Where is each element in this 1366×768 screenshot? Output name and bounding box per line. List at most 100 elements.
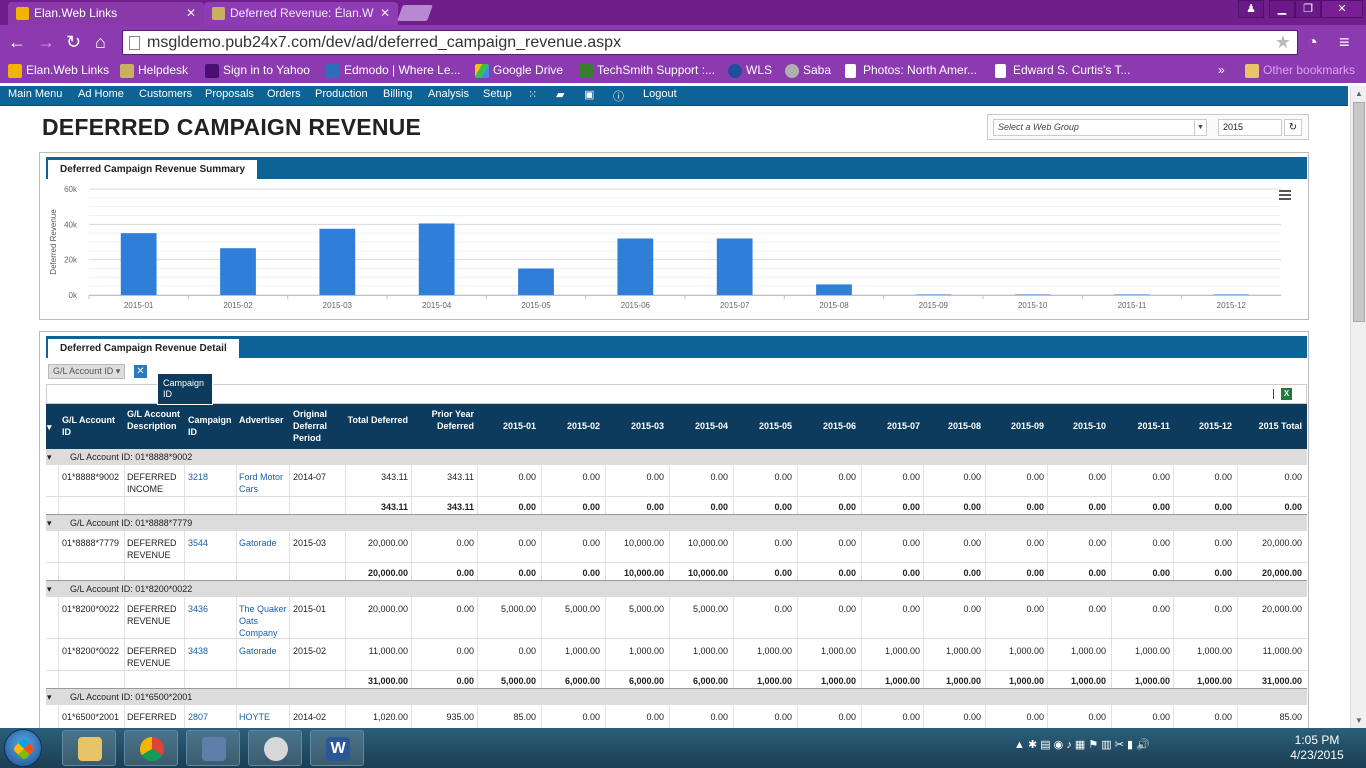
system-tray-icons[interactable]: ▲ ✱ ▤ ◉ ♪ ▦ ⚑ ▥ ✂ ▮ 🔊 [1014, 738, 1150, 751]
nav-orders[interactable]: Orders [267, 88, 301, 100]
advertiser-link[interactable]: The Quaker Oats Company [239, 603, 289, 639]
web-group-select[interactable]: Select a Web Group ▼ [993, 119, 1207, 136]
browser-tab-deferred-revenue[interactable]: Deferred Revenue: Élan.W ✕ [204, 2, 398, 25]
column-header[interactable]: 2015-08 [926, 420, 981, 432]
collapse-group-icon[interactable]: ▾ [47, 691, 52, 703]
taskbar-remote-desktop[interactable] [186, 730, 240, 766]
column-header[interactable]: Original Deferral Period [293, 408, 345, 444]
page-scrollbar[interactable]: ▲ ▼ [1350, 86, 1366, 728]
taskbar-explorer[interactable] [62, 730, 116, 766]
new-tab-button[interactable] [397, 5, 433, 21]
bookmark-google-drive[interactable]: Google Drive [475, 63, 563, 78]
column-header[interactable]: Advertiser [239, 414, 289, 426]
collapse-group-icon[interactable]: ▾ [47, 583, 52, 595]
advertiser-link[interactable]: Gatorade [239, 645, 289, 657]
table-row[interactable]: 01*8888*9002 DEFERRED INCOME 3218 Ford Moto… [46, 465, 1307, 497]
chart-menu-icon[interactable] [1279, 190, 1291, 200]
other-bookmarks-folder[interactable]: Other bookmarks [1245, 63, 1355, 78]
info-icon[interactable]: ⓘ [613, 88, 624, 104]
column-header[interactable]: 2015-10 [1048, 420, 1106, 432]
taskbar-chrome[interactable] [124, 730, 178, 766]
bookmark-elan-web-links[interactable]: Elan.Web Links [8, 63, 109, 78]
column-header[interactable]: G/L Account ID [62, 414, 122, 438]
bookmark-edmodo[interactable]: Edmodo | Where Le... [326, 63, 461, 78]
nav-setup[interactable]: Setup [483, 88, 512, 100]
column-header[interactable]: 2015-03 [606, 420, 664, 432]
nav-billing[interactable]: Billing [383, 88, 412, 100]
campaign-id-link[interactable]: 3218 [188, 471, 236, 483]
start-button[interactable] [4, 729, 42, 767]
collapse-group-icon[interactable]: ▾ [47, 451, 52, 463]
excel-export-icon[interactable]: X [1281, 388, 1292, 400]
bookmarks-overflow-button[interactable]: » [1200, 63, 1225, 77]
chrome-menu-icon[interactable]: ≡ [1339, 32, 1350, 52]
group-header-row[interactable]: ▾ G/L Account ID: 01*8888*7779 [46, 515, 1307, 531]
bookmark-helpdesk[interactable]: Helpdesk [120, 63, 188, 78]
chat-icon[interactable]: ▰ [556, 88, 564, 101]
table-row[interactable]: 01*8888*7779 DEFERRED REVENUE 3544 Gatorade… [46, 531, 1307, 563]
nav-customers[interactable]: Customers [139, 88, 192, 100]
reload-icon[interactable]: ↻ [66, 32, 81, 52]
scroll-down-icon[interactable]: ▼ [1355, 716, 1363, 725]
column-header[interactable]: Total Deferred [346, 414, 408, 426]
campaign-id-link[interactable]: 3438 [188, 645, 236, 657]
group-header-row[interactable]: ▾ G/L Account ID: 01*8888*9002 [46, 449, 1307, 465]
column-header[interactable]: 2015-01 [478, 420, 536, 432]
scrollbar-thumb[interactable] [1353, 102, 1365, 322]
tab-summary[interactable]: Deferred Campaign Revenue Summary [48, 160, 258, 179]
advertiser-link[interactable]: Ford Motor Cars [239, 471, 289, 495]
bookmark-saba[interactable]: Saba [785, 63, 831, 78]
grid-icon[interactable]: ⁙ [528, 88, 537, 101]
taskbar-clock[interactable]: 1:05 PM 4/23/2015 [1282, 733, 1352, 763]
nav-analysis[interactable]: Analysis [428, 88, 469, 100]
campaign-id-link[interactable]: 3544 [188, 537, 236, 549]
taskbar-snipping-tool[interactable] [248, 730, 302, 766]
campaign-id-link[interactable]: 3436 [188, 603, 236, 615]
expand-all-icon[interactable]: ▾ [47, 421, 52, 433]
browser-tab-elan-web-links[interactable]: Elan.Web Links ✕ [8, 2, 204, 25]
user-profile-button[interactable]: ♟ [1238, 0, 1264, 18]
campaign-id-link[interactable]: 2807 [188, 711, 236, 723]
forward-icon[interactable]: → [37, 32, 55, 52]
tab-detail[interactable]: Deferred Campaign Revenue Detail [48, 339, 239, 358]
column-header[interactable]: 2015-02 [542, 420, 600, 432]
chevron-down-icon[interactable]: ▼ [1194, 120, 1206, 135]
column-header[interactable]: 2015-06 [798, 420, 856, 432]
group-by-bar[interactable]: G/L Account ID ▾ ✕ [46, 362, 1307, 384]
column-header[interactable]: 2015 Total [1238, 420, 1302, 432]
table-row[interactable]: 01*6500*2001 DEFERRED 2807 HOYTE 2014-02 1,02… [46, 705, 1307, 729]
nav-main-menu[interactable]: Main Menu [8, 88, 62, 100]
bookmark-star-icon[interactable]: ★ [1275, 32, 1291, 53]
collapse-group-icon[interactable]: ▾ [47, 517, 52, 529]
column-header[interactable]: Prior Year Deferred [412, 408, 474, 432]
remove-group-icon[interactable]: ✕ [134, 365, 147, 378]
nav-ad-home[interactable]: Ad Home [78, 88, 124, 100]
close-tab-icon[interactable]: ✕ [186, 6, 196, 20]
bookmark-techsmith[interactable]: TechSmith Support :... [579, 63, 715, 78]
column-header[interactable]: G/L Account Description [127, 408, 185, 432]
back-icon[interactable]: ← [8, 32, 26, 52]
nav-production[interactable]: Production [315, 88, 368, 100]
nav-logout[interactable]: Logout [643, 88, 677, 100]
refresh-icon[interactable]: ↻ [1284, 119, 1302, 136]
year-input[interactable]: 2015 [1218, 119, 1282, 136]
bookmark-yahoo[interactable]: Sign in to Yahoo [205, 63, 310, 78]
column-header[interactable]: 2015-09 [986, 420, 1044, 432]
extension-icon[interactable]: ◔ [1307, 32, 1318, 52]
table-row[interactable]: 01*8200*0022 DEFERRED REVENUE 3436 The Quak… [46, 597, 1307, 639]
close-tab-icon[interactable]: ✕ [380, 6, 390, 20]
address-bar[interactable]: msgldemo.pub24x7.com/dev/ad/deferred_cam… [122, 30, 1298, 55]
group-header-row[interactable]: ▾ G/L Account ID: 01*6500*2001 [46, 689, 1307, 705]
close-window-button[interactable]: ✕ [1321, 0, 1363, 18]
bookmark-photos[interactable]: Photos: North Amer... [845, 63, 977, 78]
bookmark-wls[interactable]: WLS [728, 63, 772, 78]
column-header[interactable]: 2015-11 [1112, 420, 1170, 432]
taskbar-word[interactable]: W [310, 730, 364, 766]
column-header[interactable]: 2015-04 [670, 420, 728, 432]
bookmark-edward-curtis[interactable]: Edward S. Curtis's T... [995, 63, 1130, 78]
column-header[interactable]: 2015-05 [734, 420, 792, 432]
advertiser-link[interactable]: Gatorade [239, 537, 289, 549]
table-row[interactable]: 01*8200*0022 DEFERRED REVENUE 3438 Gatorade… [46, 639, 1307, 671]
minimize-button[interactable]: ▁ [1269, 0, 1295, 18]
nav-proposals[interactable]: Proposals [205, 88, 254, 100]
